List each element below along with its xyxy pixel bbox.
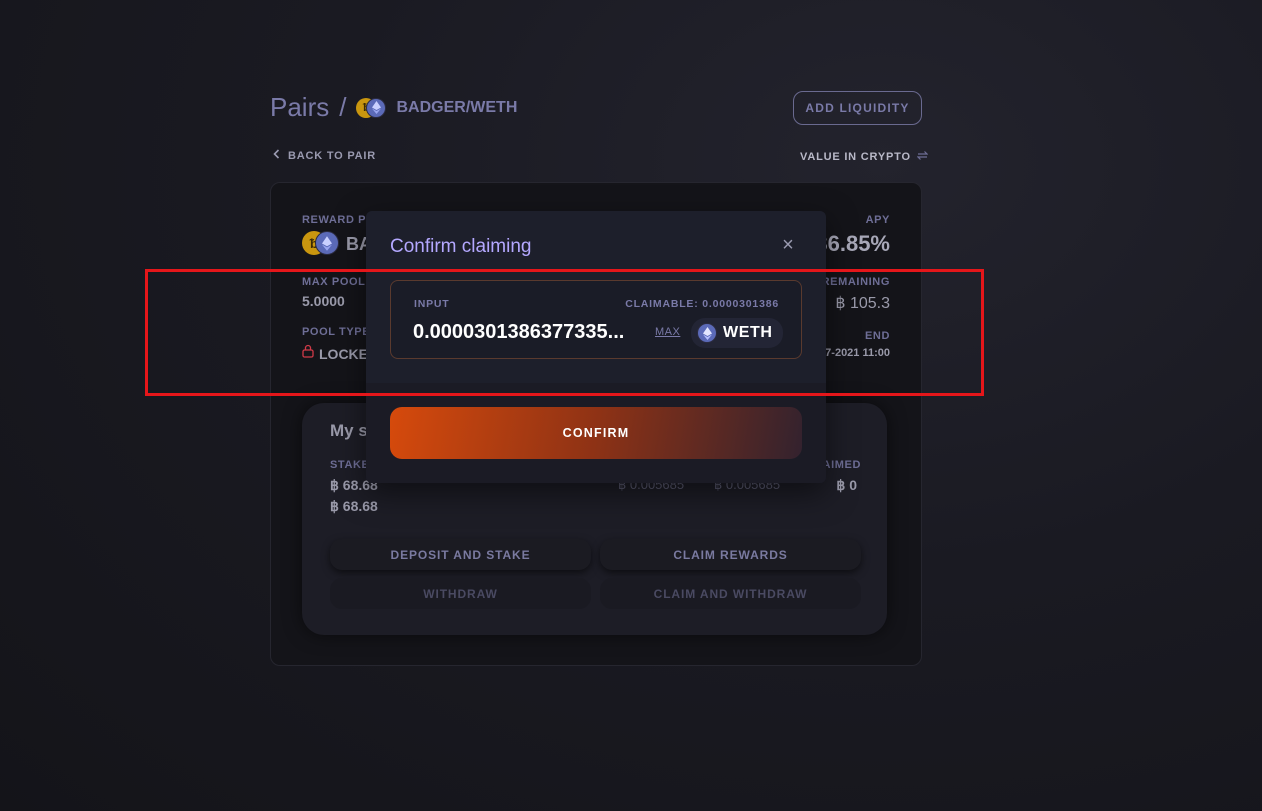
- pair-token-icons: ᵬ: [356, 96, 388, 120]
- claimed-label: AIMED: [822, 459, 861, 471]
- pool-type-value: LOCKEI: [319, 345, 372, 362]
- confirm-button[interactable]: CONFIRM: [390, 407, 802, 459]
- token-name: WETH: [723, 324, 773, 341]
- token-selector: WETH: [691, 318, 783, 348]
- remaining-value: ฿ 105.3: [835, 295, 890, 312]
- modal-title: Confirm claiming: [390, 236, 532, 257]
- claim-amount-input[interactable]: 0.0000301386377335...: [413, 321, 651, 344]
- apy-value: 36.85%: [815, 231, 890, 256]
- pair-name: BADGER/WETH: [396, 98, 518, 116]
- claimed-value: ฿ 0: [836, 477, 857, 493]
- pool-type: LOCKEI: [302, 344, 372, 363]
- reward-token-icons: ᵬ: [302, 231, 340, 257]
- value-mode-label: VALUE IN CRYPTO: [800, 151, 911, 163]
- lock-icon: [302, 344, 314, 363]
- eth-token-icon: [366, 97, 387, 118]
- confirm-claiming-modal: Confirm claiming × INPUT CLAIMABLE: 0.00…: [366, 211, 826, 483]
- claim-rewards-button[interactable]: CLAIM REWARDS: [600, 539, 861, 570]
- back-to-pair-link[interactable]: BACK TO PAIR: [273, 149, 376, 162]
- deposit-and-stake-button[interactable]: DEPOSIT AND STAKE: [330, 539, 591, 570]
- eth-token-icon: [697, 323, 717, 343]
- value-mode-toggle[interactable]: VALUE IN CRYPTO: [800, 150, 929, 164]
- claim-and-withdraw-button[interactable]: CLAIM AND WITHDRAW: [600, 578, 861, 609]
- staked-value-secondary: ฿ 68.68: [330, 498, 378, 514]
- end-label: END: [864, 330, 890, 342]
- close-icon[interactable]: ×: [780, 234, 796, 256]
- max-button[interactable]: MAX: [655, 326, 680, 338]
- chevron-left-icon: [273, 149, 280, 162]
- withdraw-button[interactable]: WITHDRAW: [330, 578, 591, 609]
- input-label: INPUT: [414, 298, 450, 310]
- end-value: 07-2021 11:00: [819, 347, 890, 359]
- claim-input-box: INPUT CLAIMABLE: 0.0000301386 0.00003013…: [390, 280, 802, 359]
- add-liquidity-button[interactable]: ADD LIQUIDITY: [793, 91, 922, 125]
- apy-label: APY: [865, 214, 890, 226]
- eth-token-icon: [315, 231, 339, 255]
- max-pool-value: 5.0000: [302, 293, 345, 309]
- reward-label: REWARD PR: [302, 214, 375, 226]
- breadcrumb-separator: /: [339, 92, 347, 122]
- swap-icon: [916, 150, 929, 164]
- breadcrumb: Pairs / ᵬ BADGER/WETH: [270, 92, 517, 123]
- pool-type-label: POOL TYPE: [302, 326, 371, 338]
- max-pool-label: MAX POOL: [302, 276, 366, 288]
- reward-token: ᵬ BA: [302, 231, 372, 257]
- claimable-amount: CLAIMABLE: 0.0000301386: [625, 298, 779, 310]
- breadcrumb-pairs-link[interactable]: Pairs: [270, 92, 329, 123]
- staked-label: STAKE: [330, 459, 370, 471]
- back-to-pair-label: BACK TO PAIR: [288, 149, 377, 162]
- remaining-label: REMAINING: [821, 276, 890, 288]
